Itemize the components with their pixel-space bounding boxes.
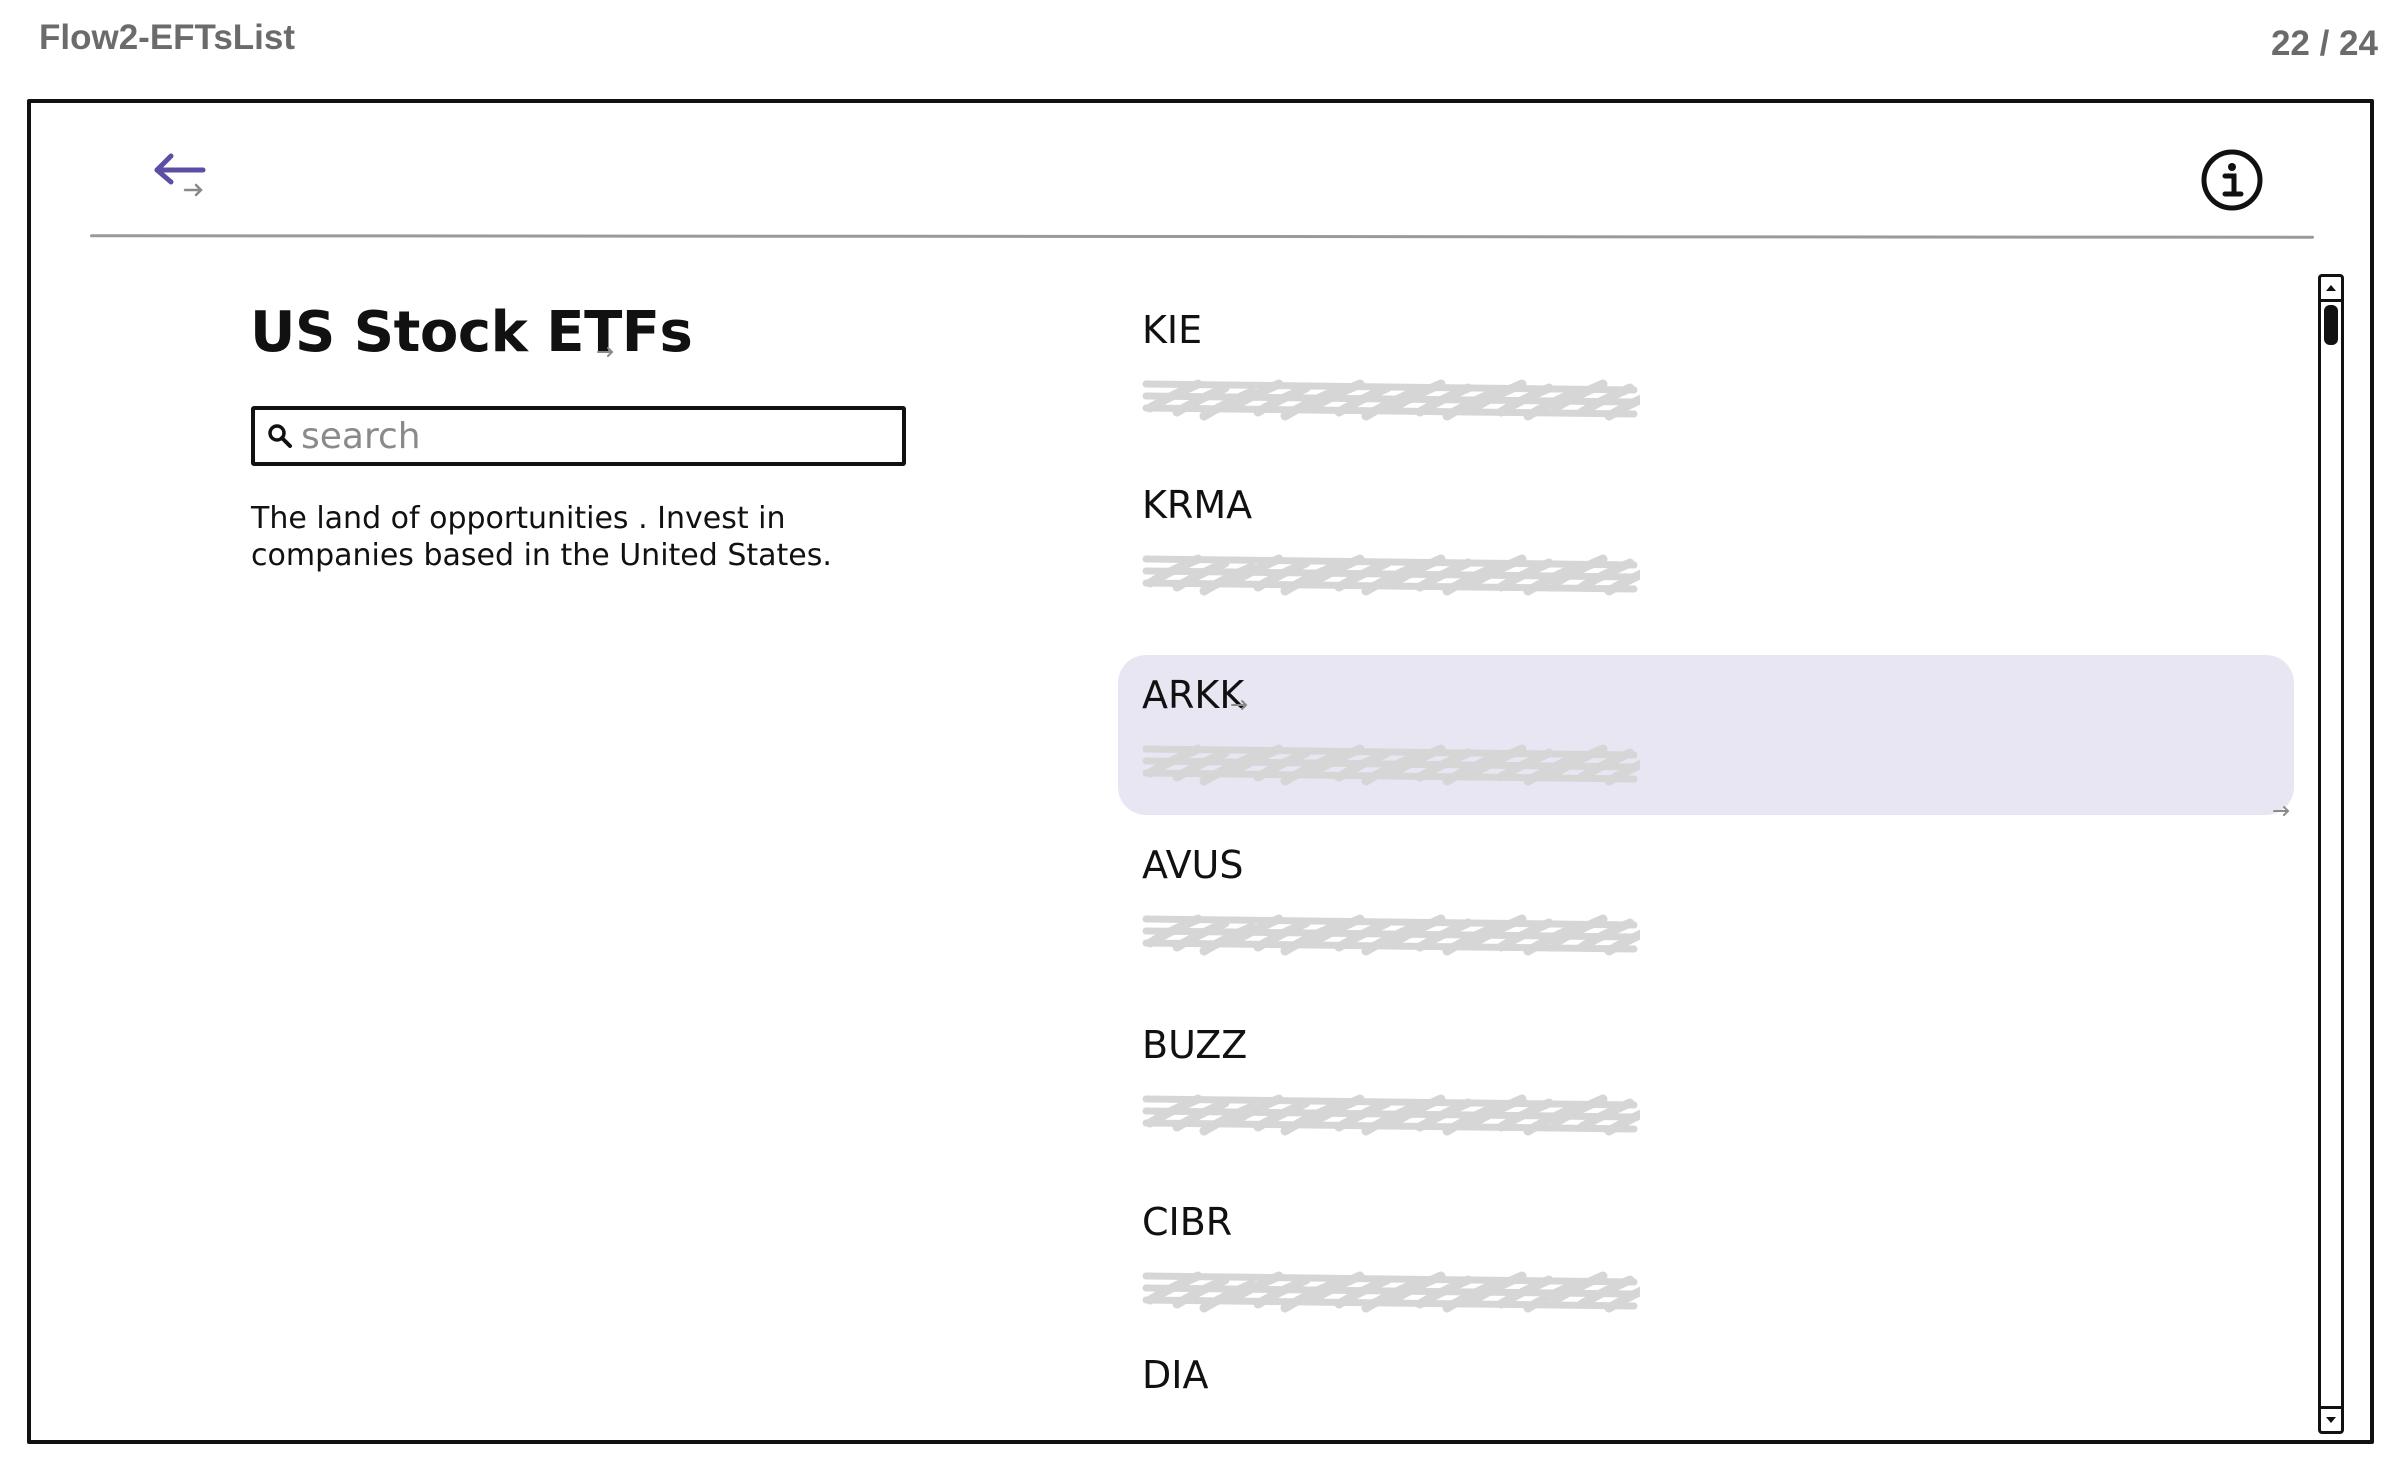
etf-list-item[interactable]: KRMA <box>1118 465 2294 625</box>
search-input[interactable] <box>295 412 902 460</box>
placeholder-scribble <box>1142 379 1640 421</box>
etf-list-item[interactable]: DIA <box>1118 1335 2294 1430</box>
link-marker-icon <box>1231 700 1248 710</box>
scroll-down-icon <box>2326 1417 2336 1423</box>
etf-ticker: KIE <box>1142 308 1203 352</box>
page-counter: 22 / 24 <box>2270 24 2378 63</box>
etf-ticker: DIA <box>1142 1353 1209 1397</box>
scroll-up-button[interactable] <box>2321 277 2341 302</box>
placeholder-scribble <box>1142 1271 1640 1313</box>
page-name: Flow2-EFTsList <box>39 18 296 57</box>
info-button[interactable] <box>2198 146 2266 214</box>
etf-ticker: KRMA <box>1142 483 1253 527</box>
scroll-down-button[interactable] <box>2321 1406 2341 1431</box>
etf-list-item[interactable]: BUZZ <box>1118 1005 2294 1165</box>
etf-list-item[interactable]: KIE <box>1118 290 2294 450</box>
etf-list-item[interactable]: ARKK <box>1118 655 2294 816</box>
etf-list: KIE KRMA ARKK AVUS BUZZ CIBR DIA <box>1118 290 2298 1430</box>
description-text: The land of opportunities . Invest in co… <box>251 501 832 573</box>
placeholder-scribble <box>1142 744 1640 786</box>
scrollbar[interactable] <box>2318 274 2344 1434</box>
search-box[interactable] <box>251 406 906 466</box>
placeholder-scribble <box>1142 554 1640 596</box>
link-marker-icon <box>597 347 614 357</box>
etf-list-item[interactable]: AVUS <box>1118 825 2294 985</box>
etf-ticker: CIBR <box>1142 1200 1233 1244</box>
back-arrow-icon <box>154 153 206 197</box>
placeholder-scribble <box>1142 914 1640 956</box>
back-button[interactable] <box>142 136 220 214</box>
etf-ticker: BUZZ <box>1142 1023 1248 1067</box>
search-icon <box>265 421 295 451</box>
info-icon <box>2201 149 2263 211</box>
etf-ticker: ARKK <box>1142 673 1245 717</box>
page-header: Flow2-EFTsList 22 / 24 <box>0 0 2404 95</box>
placeholder-scribble <box>1142 1094 1640 1136</box>
scroll-up-icon <box>2326 285 2336 291</box>
etf-list-item[interactable]: CIBR <box>1118 1182 2294 1342</box>
etf-ticker: AVUS <box>1142 843 1244 887</box>
page-title: US Stock ETFs <box>250 300 693 365</box>
link-marker-icon <box>2273 806 2290 816</box>
scroll-thumb[interactable] <box>2324 305 2338 345</box>
